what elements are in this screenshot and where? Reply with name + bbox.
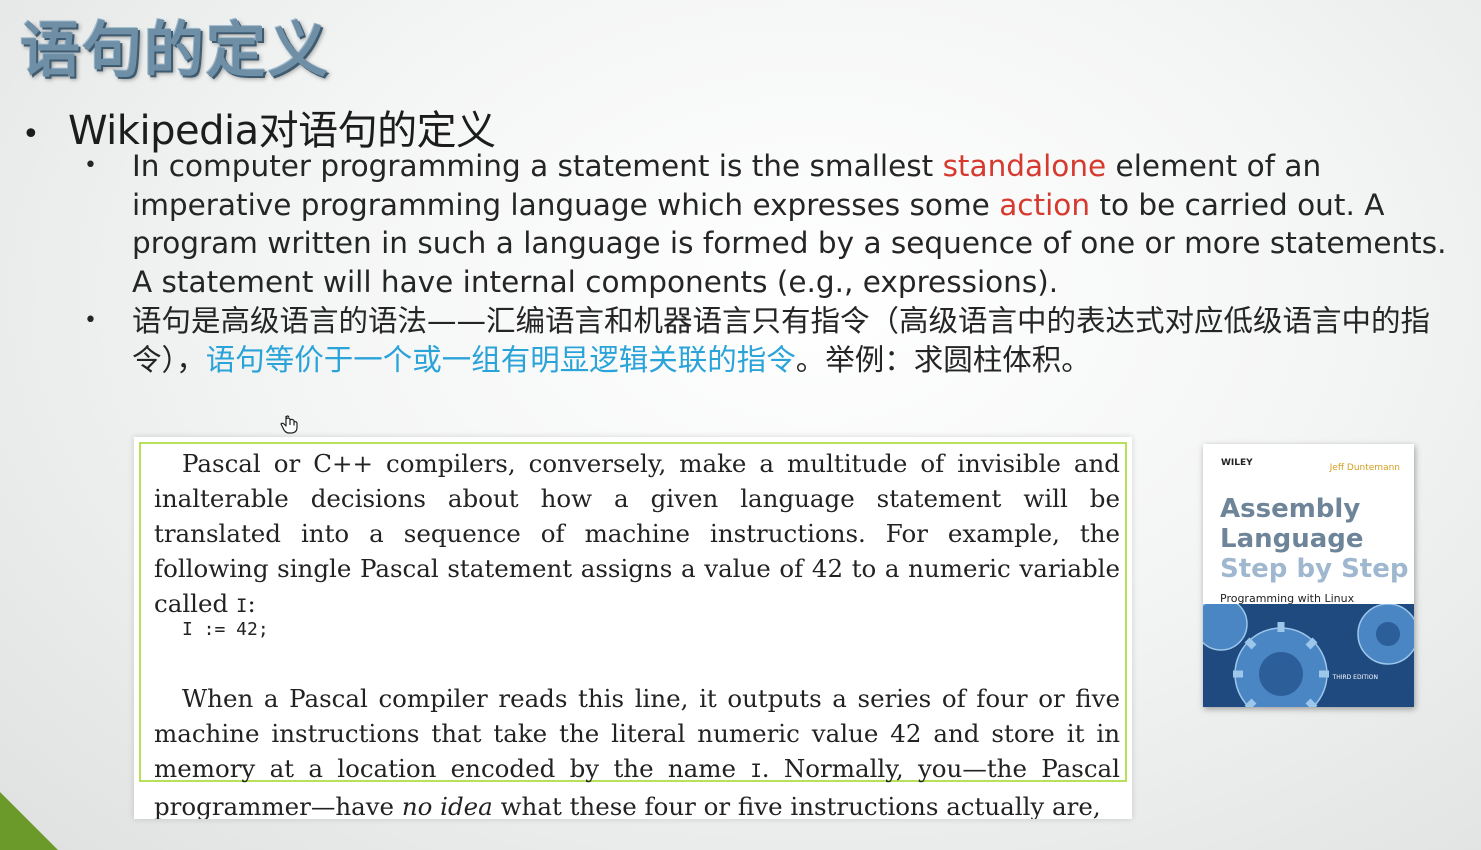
corner-decoration <box>0 792 58 850</box>
definition-en-text: In computer programming a statement is t… <box>132 149 1447 300</box>
excerpt-paragraph-2: When a Pascal compiler reads this line, … <box>154 684 1120 819</box>
bullet-dot: • <box>84 308 97 333</box>
slide-title: 语句的定义 <box>20 16 330 86</box>
excerpt-paragraph-1: Pascal or C++ compilers, conversely, mak… <box>154 449 1120 618</box>
bullet-dot: • <box>84 153 97 178</box>
code-sample: I := 42; <box>182 619 269 640</box>
hand-cursor-icon <box>280 415 298 434</box>
highlight-action: action <box>999 187 1091 222</box>
definition-zh-text: 语句是高级语言的语法——汇编语言和机器语言只有指令（高级语言中的表达式对应低级语… <box>132 304 1431 377</box>
gear-icon <box>1203 604 1414 707</box>
bullet-definition-zh: • 语句是高级语言的语法——汇编语言和机器语言只有指令（高级语言中的表达式对应低… <box>84 302 1474 379</box>
book-publisher: WILEY <box>1221 458 1253 468</box>
book-edition: THIRD EDITION <box>1332 674 1378 681</box>
bullet-definition-en: • In computer programming a statement is… <box>84 147 1474 302</box>
highlight-equivalence: 语句等价于一个或一组有明显逻辑关联的指令 <box>205 342 796 377</box>
book-title: Assembly Language <box>1220 494 1364 554</box>
bullet-dot: • <box>22 117 40 152</box>
book-author: Jeff Duntemann <box>1329 463 1400 473</box>
book-title-line3: Step by Step <box>1220 554 1409 584</box>
book-cover: WILEY Jeff Duntemann Assembly Language S… <box>1203 444 1414 707</box>
book-excerpt: Pascal or C++ compilers, conversely, mak… <box>134 437 1132 819</box>
highlight-standalone: standalone <box>942 149 1107 183</box>
